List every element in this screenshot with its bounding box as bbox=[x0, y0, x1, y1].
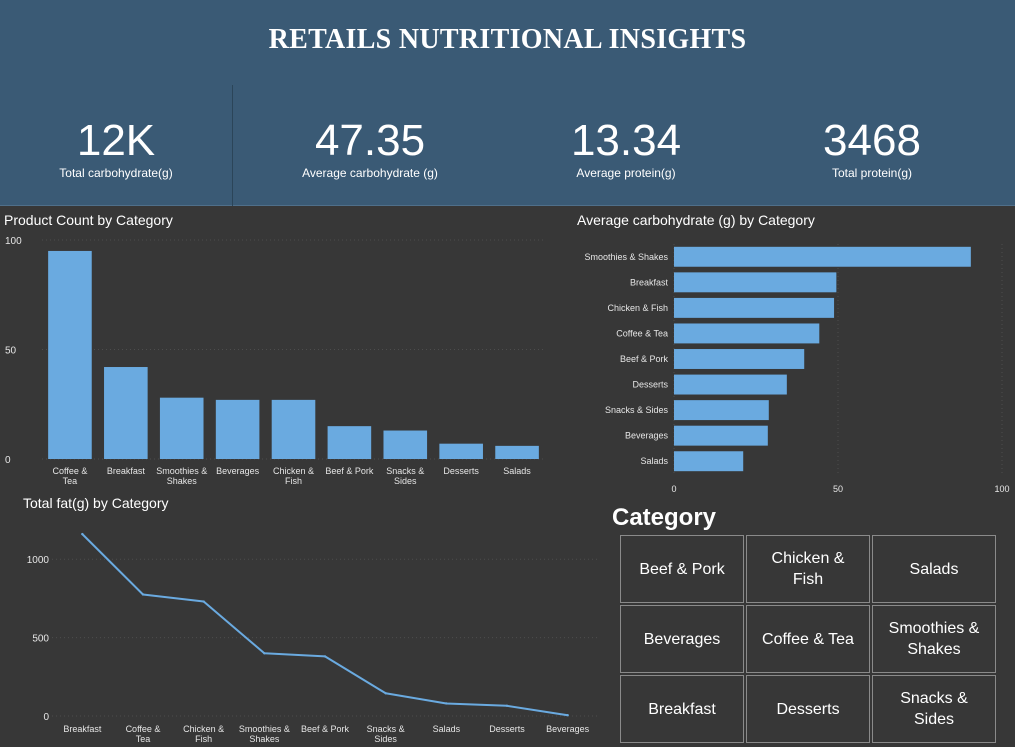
y-tick-label: Snacks & Sides bbox=[605, 405, 669, 415]
y-tick-label: 500 bbox=[32, 634, 49, 645]
x-tick-label: Snacks & Sides bbox=[386, 466, 424, 486]
total-fat-chart: 0 500 1000 Breakfast Coffee & Tea Chicken & Fis… bbox=[27, 532, 598, 744]
bar-desserts bbox=[674, 374, 787, 395]
category-tile-desserts[interactable]: Desserts bbox=[746, 675, 870, 743]
x-tick-label: Desserts bbox=[489, 724, 525, 734]
bar-smoothies-shakes bbox=[674, 246, 971, 267]
kpi-label: Total carbohydrate(g) bbox=[59, 166, 173, 180]
bar-beef-pork bbox=[327, 426, 372, 459]
dashboard-title: RETAILS NUTRITIONAL INSIGHTS bbox=[268, 24, 747, 55]
x-tick-label: 100 bbox=[994, 484, 1009, 494]
bar-coffee-tea bbox=[48, 250, 92, 459]
y-tick-label: 0 bbox=[5, 455, 11, 466]
y-tick-label: 0 bbox=[43, 712, 49, 723]
x-tick-label: 50 bbox=[833, 484, 843, 494]
category-tile-salads[interactable]: Salads bbox=[872, 535, 996, 603]
category-tile-beef-pork[interactable]: Beef & Pork bbox=[620, 535, 744, 603]
avg-carb-chart: 0 50 100 Smoothies & Shakes Breakfast Chicken… bbox=[584, 244, 1010, 494]
x-tick-label: Snacks & Sides bbox=[367, 724, 405, 744]
y-tick-label: Salads bbox=[640, 456, 668, 466]
category-tile-smoothies-shakes[interactable]: Smoothies & Shakes bbox=[872, 605, 996, 673]
bar-beverages bbox=[674, 425, 768, 446]
total-fat-chart-title: Total fat(g) by Category bbox=[23, 495, 169, 511]
kpi-label: Total protein(g) bbox=[831, 166, 913, 180]
kpi-average-protein: 13.34 Average protein(g) bbox=[546, 116, 706, 180]
point-beverages bbox=[566, 714, 569, 717]
dashboard-header: RETAILS NUTRITIONAL INSIGHTS 12K Total c… bbox=[0, 0, 1015, 206]
bar-breakfast bbox=[104, 367, 148, 459]
bar-beef-pork bbox=[674, 349, 805, 369]
x-tick-label: Smoothies & Shakes bbox=[239, 724, 290, 744]
x-tick-label: Salads bbox=[503, 466, 531, 476]
kpi-total-carbohydrate: 12K Total carbohydrate(g) bbox=[40, 116, 192, 180]
bar-snacks-sides bbox=[383, 430, 428, 459]
x-tick-label: Breakfast bbox=[107, 466, 146, 476]
y-tick-label: Beef & Pork bbox=[620, 354, 669, 364]
bar-beverages bbox=[215, 399, 260, 459]
y-tick-label: Coffee & Tea bbox=[616, 328, 668, 338]
point-beef-pork bbox=[323, 655, 327, 658]
y-tick-label: 1000 bbox=[27, 555, 50, 566]
bar-coffee-tea bbox=[674, 323, 820, 344]
kpi-average-carbohydrate: 47.35 Average carbohydrate (g) bbox=[280, 116, 460, 180]
x-tick-label: Beef & Pork bbox=[325, 466, 374, 476]
category-tile-chicken-fish[interactable]: Chicken & Fish bbox=[746, 535, 870, 603]
x-tick-label: Beverages bbox=[546, 724, 590, 734]
bar-breakfast bbox=[674, 272, 837, 293]
x-tick-label: Salads bbox=[433, 724, 461, 734]
point-breakfast bbox=[81, 532, 84, 536]
category-tile-beverages[interactable]: Beverages bbox=[620, 605, 744, 673]
kpi-value: 3468 bbox=[823, 116, 921, 165]
x-tick-label: Smoothies & Shakes bbox=[156, 466, 207, 486]
y-tick-label: Desserts bbox=[632, 380, 668, 390]
kpi-divider bbox=[232, 85, 233, 206]
y-tick-label: Beverages bbox=[625, 431, 669, 441]
category-tile-breakfast[interactable]: Breakfast bbox=[620, 675, 744, 743]
product-count-chart: 0 50 100 Coffee & Tea Breakfast Smoothies & Sha… bbox=[5, 236, 545, 486]
point-smoothies-shakes bbox=[263, 652, 266, 655]
x-tick-label: Chicken & Fish bbox=[273, 466, 314, 486]
x-tick-label: Breakfast bbox=[63, 724, 102, 734]
category-slicer: Beef & Pork Chicken & Fish Salads Bevera… bbox=[620, 535, 997, 745]
kpi-value: 47.35 bbox=[314, 116, 426, 165]
avg-carb-chart-title: Average carbohydrate (g) by Category bbox=[577, 212, 815, 228]
x-tick-label: Coffee & Tea bbox=[53, 466, 88, 486]
product-count-chart-title: Product Count by Category bbox=[4, 212, 173, 228]
kpi-value: 12K bbox=[76, 116, 156, 165]
x-tick-label: Desserts bbox=[443, 466, 479, 476]
bar-salads bbox=[674, 451, 744, 472]
kpi-label: Average protein(g) bbox=[576, 166, 676, 180]
point-snacks-sides bbox=[384, 692, 387, 695]
y-tick-label: Chicken & Fish bbox=[607, 303, 668, 313]
y-tick-label: Breakfast bbox=[630, 277, 669, 287]
category-tile-snacks-sides[interactable]: Snacks & Sides bbox=[872, 675, 996, 743]
x-tick-label: 0 bbox=[671, 484, 676, 494]
bar-snacks-sides bbox=[674, 400, 769, 421]
point-coffee-tea bbox=[141, 593, 145, 596]
y-tick-label: Smoothies & Shakes bbox=[584, 252, 668, 262]
x-tick-label: Coffee & Tea bbox=[126, 724, 161, 744]
bar-smoothies-shakes bbox=[159, 397, 204, 459]
series-line-total-fat bbox=[81, 533, 568, 717]
point-chicken-fish bbox=[202, 600, 205, 603]
bar-desserts bbox=[439, 443, 483, 459]
point-desserts bbox=[505, 704, 509, 708]
bar-chicken-fish bbox=[271, 399, 316, 459]
category-slicer-title: Category bbox=[612, 504, 717, 531]
bar-salads bbox=[495, 445, 539, 459]
y-tick-label: 100 bbox=[5, 236, 22, 247]
point-salads bbox=[445, 702, 448, 705]
bar-chicken-fish bbox=[674, 297, 835, 318]
kpi-label: Average carbohydrate (g) bbox=[302, 166, 438, 180]
category-tile-coffee-tea[interactable]: Coffee & Tea bbox=[746, 605, 870, 673]
y-tick-label: 50 bbox=[5, 346, 17, 357]
x-tick-label: Beef & Pork bbox=[301, 724, 350, 734]
kpi-value: 13.34 bbox=[570, 116, 682, 165]
x-tick-label: Chicken & Fish bbox=[183, 724, 224, 744]
x-tick-label: Beverages bbox=[216, 466, 260, 476]
kpi-total-protein: 3468 Total protein(g) bbox=[792, 116, 952, 180]
